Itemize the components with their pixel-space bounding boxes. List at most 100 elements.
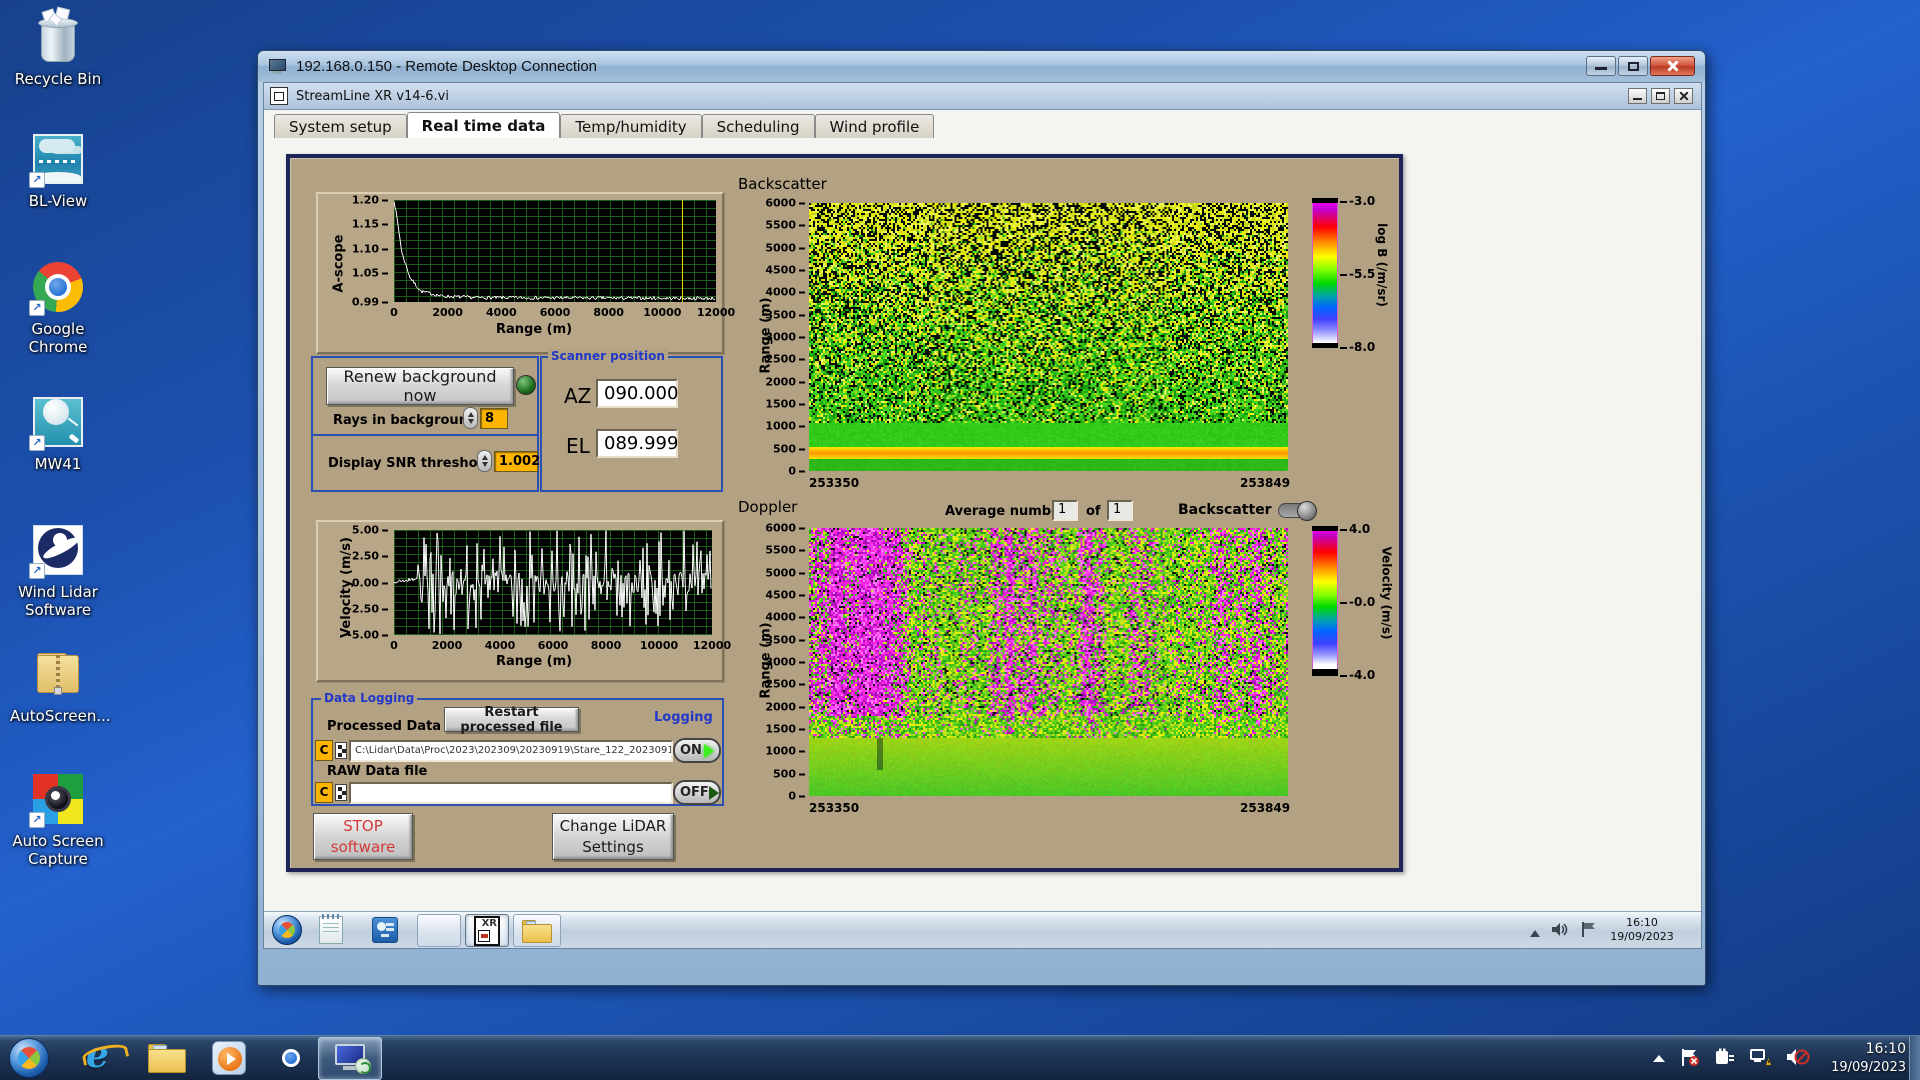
chrome-taskbar-icon[interactable] xyxy=(274,1041,308,1075)
desktop-icon-bl-view[interactable]: ↗ BL-View xyxy=(10,130,106,210)
processed-path-type-icon[interactable] xyxy=(335,742,347,759)
snr-value-field[interactable]: 1.002 xyxy=(494,451,540,472)
raw-path-field[interactable] xyxy=(349,782,673,804)
tray-expand-icon[interactable] xyxy=(1652,1049,1666,1068)
tray-network-icon[interactable] xyxy=(1750,1047,1772,1071)
raw-path-type-icon[interactable] xyxy=(335,784,347,801)
app-window-title: StreamLine XR v14-6.vi xyxy=(296,88,449,104)
maximize-button[interactable] xyxy=(1618,56,1648,76)
renew-led-indicator xyxy=(516,375,536,395)
processed-drive-selector[interactable]: C xyxy=(315,740,333,761)
snr-label: Display SNR threshold xyxy=(328,456,492,471)
a-scope-x-tick: 8000 xyxy=(593,306,624,319)
average-number-label: Average number xyxy=(945,504,1067,519)
a-scope-graph: A-scope 1.20 1.15 1.10 1.05 0.99 0 2000 4000 60… xyxy=(316,192,735,354)
rdp-window-icon xyxy=(268,58,288,76)
desktop-icon-chrome[interactable]: ↗ Google Chrome xyxy=(10,258,106,356)
tab-temp-humidity[interactable]: Temp/humidity xyxy=(560,114,702,138)
renew-background-button[interactable]: Renew background now xyxy=(326,367,514,405)
tab-real-time-data[interactable]: Real time data xyxy=(406,112,561,138)
desktop-icon-recycle-bin[interactable]: Recycle Bin xyxy=(10,6,106,88)
host-clock-time: 16:10 xyxy=(1865,1041,1906,1057)
average-count-field[interactable]: 1 xyxy=(1107,500,1133,521)
a-scope-x-tick: 4000 xyxy=(486,306,517,319)
raw-file-label: RAW Data file xyxy=(327,764,428,779)
sticky-notes-taskbar-button[interactable] xyxy=(417,914,461,947)
logging-label: Logging xyxy=(651,710,716,725)
backscatter-x-end: 253849 xyxy=(1240,476,1291,490)
zip-folder-icon xyxy=(29,645,87,703)
backscatter-range-tick: 3000 xyxy=(765,331,805,344)
remote-clock[interactable]: 16:10 19/09/2023 xyxy=(1601,916,1683,944)
data-logging-group: Data Logging Processed Data file Restart… xyxy=(311,691,724,806)
remote-tray-expand-icon[interactable] xyxy=(1529,924,1541,943)
el-value-field[interactable]: 089.999 xyxy=(596,429,678,458)
tab-strip: System setup Real time data Temp/humidity S… xyxy=(274,112,935,138)
close-button[interactable] xyxy=(1650,56,1695,76)
change-lidar-settings-button[interactable]: Change LiDAR Settings xyxy=(552,813,674,860)
a-scope-x-tick: 10000 xyxy=(643,306,682,319)
az-value-field[interactable]: 090.000 xyxy=(596,379,678,408)
desktop-icon-wind-lidar[interactable]: ↗ Wind Lidar Software xyxy=(10,521,106,619)
streamline-xr-taskbar-button[interactable]: XR xyxy=(465,914,509,947)
velocity-x-tick: 8000 xyxy=(590,639,622,652)
rays-spinner[interactable] xyxy=(463,407,478,429)
windows-explorer-taskbar-icon[interactable] xyxy=(148,1044,186,1074)
desktop-icon-auto-screen-capture[interactable]: ↗ Auto Screen Capture xyxy=(10,770,106,868)
processed-logging-on-button[interactable]: ON xyxy=(673,738,721,763)
stop-button-line1: STOP xyxy=(343,817,383,835)
doppler-x-end: 253849 xyxy=(1240,801,1291,815)
tray-power-icon[interactable] xyxy=(1714,1047,1736,1071)
desktop-icon-mw41[interactable]: ↗ MW41 xyxy=(10,393,106,473)
restart-processed-file-button[interactable]: Restart processed file xyxy=(444,705,579,735)
remote-volume-icon[interactable] xyxy=(1551,922,1569,941)
a-scope-x-tick: 0 xyxy=(390,306,398,319)
average-number-field[interactable]: 1 xyxy=(1052,500,1078,521)
snr-spinner[interactable] xyxy=(477,450,492,472)
doppler-range-tick: 1500 xyxy=(765,723,805,736)
media-player-taskbar-icon[interactable] xyxy=(212,1041,246,1075)
backscatter-doppler-toggle[interactable] xyxy=(1278,501,1317,521)
mw41-icon: ↗ xyxy=(29,393,87,451)
tab-wind-profile[interactable]: Wind profile xyxy=(814,114,935,138)
tray-action-center-icon[interactable] xyxy=(1680,1047,1700,1071)
app-titlebar[interactable]: StreamLine XR v14-6.vi xyxy=(264,83,1701,110)
desktop-icon-label: Wind Lidar Software xyxy=(18,583,98,619)
notepad-taskbar-icon[interactable] xyxy=(319,914,343,944)
shortcut-arrow-icon: ↗ xyxy=(29,435,45,451)
app-close-button[interactable] xyxy=(1674,88,1693,104)
processed-path-field[interactable]: C:\Lidar\Data\Proc\2023\202309\20230919\… xyxy=(349,740,673,762)
internet-explorer-taskbar-icon[interactable]: e xyxy=(86,1034,109,1076)
stop-software-button[interactable]: STOP software xyxy=(313,813,413,860)
start-button[interactable] xyxy=(9,1038,49,1078)
logging-off-led xyxy=(708,785,719,800)
show-desktop-button[interactable] xyxy=(1909,1036,1920,1080)
tab-system-setup[interactable]: System setup xyxy=(274,114,407,138)
remote-action-center-flag-icon[interactable] xyxy=(1581,921,1597,942)
rdp-taskbar-button[interactable] xyxy=(318,1037,382,1080)
tray-volume-muted-icon[interactable] xyxy=(1786,1047,1810,1071)
tab-scheduling[interactable]: Scheduling xyxy=(701,114,815,138)
raw-drive-selector[interactable]: C xyxy=(315,782,333,803)
host-clock[interactable]: 16:10 19/09/2023 xyxy=(1814,1039,1906,1077)
desktop-icon-zip-folder[interactable]: AutoScreen... xyxy=(10,645,111,725)
doppler-colorbar xyxy=(1312,526,1338,676)
minimize-button[interactable] xyxy=(1586,56,1616,76)
explorer-taskbar-button[interactable] xyxy=(513,914,561,947)
rays-value-field[interactable]: 8 xyxy=(480,408,508,429)
doppler-title: Doppler xyxy=(738,498,798,516)
app-restore-button[interactable] xyxy=(1651,88,1670,104)
change-button-line1: Change LiDAR xyxy=(559,817,667,835)
remote-start-button[interactable] xyxy=(272,915,302,945)
doppler-range-tick: 2500 xyxy=(765,678,805,691)
remote-clock-time: 16:10 xyxy=(1626,916,1658,929)
a-scope-plot-area xyxy=(394,200,716,302)
control-app-taskbar-icon[interactable] xyxy=(372,917,398,943)
doppler-range-tick: 4000 xyxy=(765,611,805,624)
remote-clock-date: 19/09/2023 xyxy=(1610,930,1674,943)
raw-logging-off-button[interactable]: OFF xyxy=(673,780,721,805)
backscatter-range-tick: 1000 xyxy=(765,420,805,433)
rdp-titlebar[interactable]: 192.168.0.150 - Remote Desktop Connectio… xyxy=(258,51,1705,82)
shortcut-arrow-icon: ↗ xyxy=(29,300,45,316)
app-minimize-button[interactable] xyxy=(1628,88,1647,104)
